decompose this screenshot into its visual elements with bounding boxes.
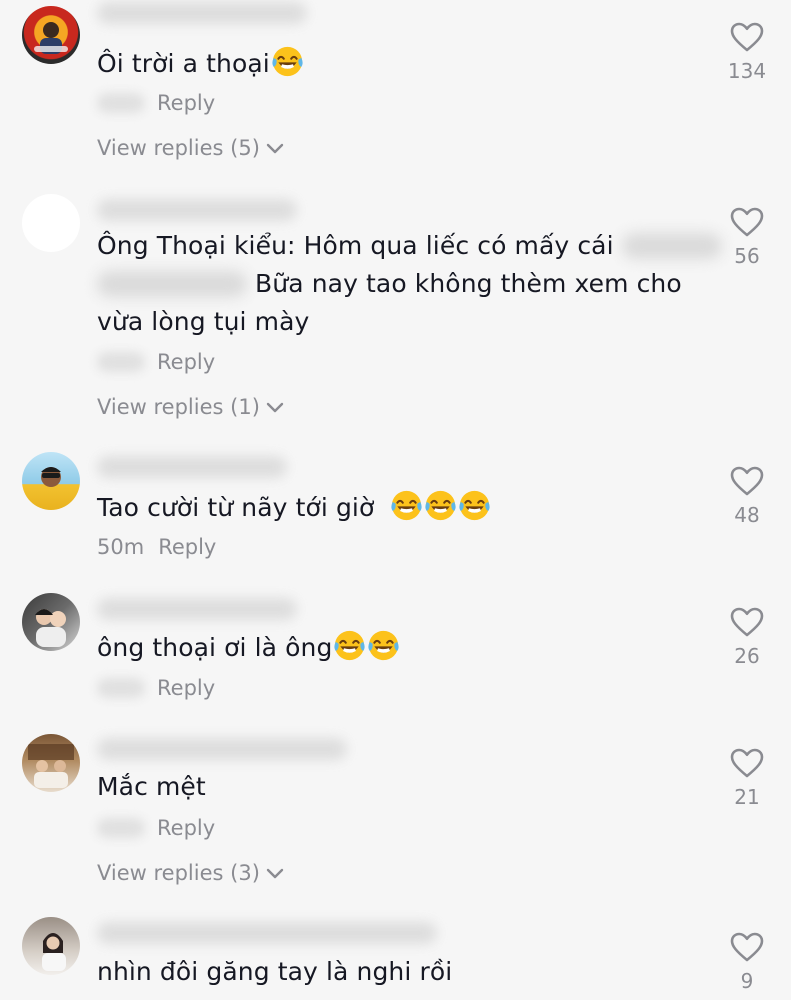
comment-body-line-1: Ông Thoại kiểu: Hôm qua liếc có mấy cái: [97, 231, 614, 260]
timestamp-hidden: [97, 678, 145, 698]
heart-icon[interactable]: [730, 748, 764, 778]
like-count: 21: [734, 785, 760, 809]
view-replies-label: View replies (3): [97, 861, 260, 885]
heart-icon[interactable]: [730, 607, 764, 637]
comment-meta: Reply: [97, 676, 215, 700]
like-count: 26: [734, 644, 760, 668]
timestamp: 50m: [97, 535, 145, 559]
like-group: 9: [718, 932, 776, 993]
hidden-text: [97, 271, 247, 297]
face-with-tears-of-joy-icon: [271, 45, 304, 78]
avatar-image-icon: [42, 933, 66, 971]
like-count: 56: [734, 244, 760, 268]
avatar-image-icon: [35, 609, 66, 647]
like-group: 134: [718, 22, 776, 83]
heart-icon[interactable]: [730, 22, 764, 52]
timestamp-hidden: [97, 352, 145, 372]
reply-button[interactable]: Reply: [157, 676, 215, 700]
heart-icon[interactable]: [730, 466, 764, 496]
avatar[interactable]: [22, 734, 80, 792]
username-hidden: [97, 2, 307, 24]
comment-body: Ôi trời a thoại: [97, 49, 270, 78]
like-group: 21: [718, 748, 776, 809]
like-group: 48: [718, 466, 776, 527]
reply-button[interactable]: Reply: [157, 91, 215, 115]
comment-text: Bữa nay tao không thèm xem cho: [97, 265, 682, 303]
like-count: 9: [740, 969, 754, 993]
chevron-down-icon: [266, 402, 284, 414]
comment-body-line-3: vừa lòng tụi mày: [97, 307, 310, 336]
comment-body: ông thoại ơi là ông: [97, 633, 333, 662]
timestamp-hidden: [97, 93, 145, 113]
avatar-image-icon: [28, 744, 74, 788]
heart-icon[interactable]: [730, 932, 764, 962]
comment-meta: Reply: [97, 350, 215, 374]
comment-text: Mắc mệt: [97, 768, 206, 806]
avatar[interactable]: [22, 593, 80, 651]
view-replies-label: View replies (5): [97, 136, 260, 160]
like-count: 134: [727, 59, 767, 83]
comment-body: Tao cười từ nãy tới giờ: [97, 493, 375, 522]
avatar[interactable]: [22, 917, 80, 975]
comment-text: nhìn đôi găng tay là nghi rồi: [97, 953, 452, 991]
hidden-text: [621, 233, 722, 259]
comment-text: Tao cười từ nãy tới giờ: [97, 489, 491, 527]
comment-text: Ôi trời a thoại: [97, 45, 304, 83]
reply-button[interactable]: Reply: [157, 350, 215, 374]
view-replies-button[interactable]: View replies (3): [97, 861, 284, 885]
reply-button[interactable]: Reply: [157, 816, 215, 840]
comment-meta: 50m Reply: [97, 535, 216, 559]
chevron-down-icon: [266, 868, 284, 880]
face-with-tears-of-joy-icon: [424, 489, 457, 522]
view-replies-button[interactable]: View replies (5): [97, 136, 284, 160]
view-replies-button[interactable]: View replies (1): [97, 395, 284, 419]
face-with-tears-of-joy-icon: [333, 629, 366, 662]
view-replies-label: View replies (1): [97, 395, 260, 419]
timestamp-hidden: [97, 818, 145, 838]
avatar[interactable]: [22, 194, 80, 252]
username-hidden: [97, 922, 437, 944]
comment-body: nhìn đôi găng tay là nghi rồi: [97, 957, 453, 986]
comment-meta: Reply: [97, 91, 215, 115]
like-count: 48: [734, 503, 760, 527]
comment-text: ông thoại ơi là ông: [97, 629, 400, 667]
like-group: 56: [718, 207, 776, 268]
username-hidden: [97, 199, 297, 221]
username-hidden: [97, 456, 287, 478]
comment-text: Ông Thoại kiểu: Hôm qua liếc có mấy cái: [97, 227, 722, 265]
comment-meta: Reply: [97, 816, 215, 840]
username-hidden: [97, 738, 347, 760]
comment-body-line-2: Bữa nay tao không thèm xem cho: [255, 269, 682, 298]
face-with-tears-of-joy-icon: [458, 489, 491, 522]
comment-text: vừa lòng tụi mày: [97, 303, 309, 341]
comment-body: Mắc mệt: [97, 772, 206, 801]
chevron-down-icon: [266, 143, 284, 155]
face-with-tears-of-joy-icon: [390, 489, 423, 522]
face-with-tears-of-joy-icon: [367, 629, 400, 662]
like-group: 26: [718, 607, 776, 668]
heart-icon[interactable]: [730, 207, 764, 237]
avatar[interactable]: [22, 452, 80, 510]
avatar-image-icon: [41, 467, 61, 487]
avatar-image-icon: [34, 22, 68, 54]
username-hidden: [97, 598, 297, 620]
reply-button[interactable]: Reply: [158, 535, 216, 559]
avatar[interactable]: [22, 6, 80, 64]
